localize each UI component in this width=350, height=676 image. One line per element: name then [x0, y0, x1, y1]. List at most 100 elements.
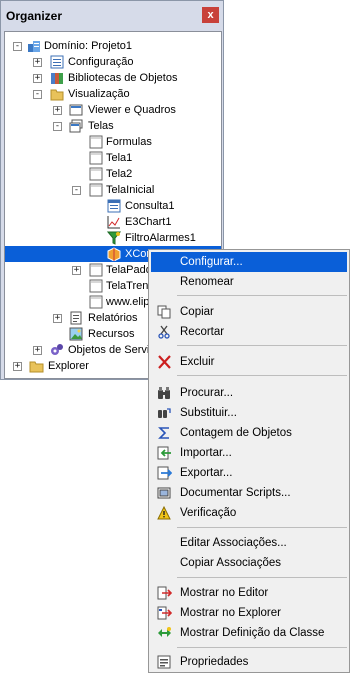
menu-item-copiar[interactable]: Copiar [151, 302, 347, 322]
tree-item-label: Telas [88, 120, 114, 132]
tree-item-e3chart1[interactable]: E3Chart1 [5, 214, 221, 230]
menu-item-label: Substituir... [180, 407, 237, 419]
screen-icon [89, 295, 103, 309]
screen-icon [89, 279, 103, 293]
query-icon [107, 199, 121, 213]
cut-icon [157, 325, 172, 339]
tree-item-label: Recursos [88, 328, 135, 340]
menu-item-label: Configurar... [180, 256, 243, 268]
menu-item-contagem[interactable]: Contagem de Objetos [151, 423, 347, 443]
menu-item-label: Excluir [180, 356, 215, 368]
sigma-icon [157, 426, 172, 440]
tree-item-label: Domínio: Projeto1 [44, 40, 133, 52]
menu-item-editar-associacoes[interactable]: Editar Associações... [151, 533, 347, 553]
menu-item-copiar-associacoes[interactable]: Copiar Associações [151, 553, 347, 573]
expand-toggle[interactable]: + [13, 362, 22, 371]
tree-item-dominio[interactable]: - Domínio: Projeto1 [5, 38, 221, 54]
find-icon [157, 386, 172, 400]
menu-item-label: Recortar [180, 326, 225, 338]
menu-item-label: Verificação [180, 507, 237, 519]
expand-toggle[interactable]: + [33, 346, 42, 355]
report-icon [69, 311, 83, 325]
server-objects-icon [50, 343, 64, 357]
tree-item-label: Explorer [48, 360, 89, 372]
tree-item-formulas[interactable]: Formulas [5, 134, 221, 150]
copy-icon [157, 305, 172, 319]
menu-separator [177, 527, 347, 528]
tree-item-viewer[interactable]: + Viewer e Quadros [5, 102, 221, 118]
menu-item-recortar[interactable]: Recortar [151, 322, 347, 342]
explorer-folder-icon [29, 359, 44, 373]
menu-separator [177, 577, 347, 578]
tree-item-configuracao[interactable]: + Configuração [5, 54, 221, 70]
menu-item-importar[interactable]: Importar... [151, 443, 347, 463]
tree-item-label: Tela1 [106, 152, 133, 164]
screen-icon [89, 167, 103, 181]
menu-item-mostrar-editor[interactable]: Mostrar no Editor [151, 583, 347, 603]
menu-item-label: Documentar Scripts... [180, 487, 291, 499]
menu-item-configurar[interactable]: Configurar... [151, 252, 347, 272]
tree-item-tela1[interactable]: Tela1 [5, 150, 221, 166]
menu-item-label: Procurar... [180, 387, 234, 399]
properties-icon [157, 655, 172, 669]
tree-item-consulta1[interactable]: Consulta1 [5, 198, 221, 214]
menu-item-verificacao[interactable]: Verificação [151, 503, 347, 523]
menu-item-documentar[interactable]: Documentar Scripts... [151, 483, 347, 503]
tree-item-label: Tela2 [106, 168, 133, 180]
tree-item-label: Consulta1 [125, 200, 175, 212]
menu-item-mostrar-explorer[interactable]: Mostrar no Explorer [151, 603, 347, 623]
menu-item-renomear[interactable]: Renomear [151, 272, 347, 292]
screen-icon [89, 135, 103, 149]
tree-item-telas[interactable]: - Telas [5, 118, 221, 134]
menu-item-label: Mostrar no Editor [180, 587, 269, 599]
replace-icon [157, 406, 172, 420]
menu-item-label: Copiar Associações [180, 557, 281, 569]
tree-item-label: FiltroAlarmes1 [125, 232, 196, 244]
menu-item-exportar[interactable]: Exportar... [151, 463, 347, 483]
menu-item-procurar[interactable]: Procurar... [151, 383, 347, 403]
expand-toggle[interactable]: + [53, 314, 62, 323]
xcontrol-icon [107, 247, 121, 262]
menu-separator [177, 647, 347, 648]
menu-item-label: Contagem de Objetos [180, 427, 292, 439]
close-button[interactable]: x [202, 7, 219, 23]
menu-item-label: Renomear [180, 276, 234, 288]
config-icon [50, 55, 64, 69]
tree-item-filtroalarmes1[interactable]: FiltroAlarmes1 [5, 230, 221, 246]
tree-item-label: Visualização [68, 88, 130, 100]
domain-icon [27, 39, 41, 53]
menu-separator [177, 375, 347, 376]
menu-item-label: Propriedades [180, 656, 249, 668]
document-scripts-icon [157, 486, 172, 500]
delete-icon [157, 355, 172, 369]
menu-item-substituir[interactable]: Substituir... [151, 403, 347, 423]
screen-icon [89, 263, 103, 277]
tree-item-telainicial[interactable]: - TelaInicial [5, 182, 221, 198]
tree-item-label: Bibliotecas de Objetos [68, 72, 178, 84]
expand-toggle[interactable]: + [33, 58, 42, 67]
resources-icon [69, 327, 83, 341]
chart-icon [107, 215, 121, 229]
tree-item-label: Viewer e Quadros [88, 104, 176, 116]
tree-item-visualizacao[interactable]: - Visualização [5, 86, 221, 102]
menu-item-label: Editar Associações... [180, 537, 287, 549]
expand-toggle[interactable]: + [53, 106, 62, 115]
tree-item-label: Relatórios [88, 312, 138, 324]
tree-item-bibliotecas[interactable]: + Bibliotecas de Objetos [5, 70, 221, 86]
collapse-toggle[interactable]: - [13, 42, 22, 51]
menu-item-label: Mostrar no Explorer [180, 607, 281, 619]
show-editor-icon [157, 586, 173, 600]
collapse-toggle[interactable]: - [33, 90, 42, 99]
menu-separator [177, 295, 347, 296]
menu-item-excluir[interactable]: Excluir [151, 352, 347, 372]
menu-item-label: Copiar [180, 306, 214, 318]
menu-item-propriedades[interactable]: Propriedades [151, 652, 347, 672]
expand-toggle[interactable]: + [72, 266, 81, 275]
library-icon [50, 71, 64, 85]
show-class-icon [157, 626, 172, 640]
expand-toggle[interactable]: + [33, 74, 42, 83]
collapse-toggle[interactable]: - [72, 186, 81, 195]
tree-item-tela2[interactable]: Tela2 [5, 166, 221, 182]
menu-item-mostrar-classe[interactable]: Mostrar Definição da Classe [151, 623, 347, 643]
collapse-toggle[interactable]: - [53, 122, 62, 131]
